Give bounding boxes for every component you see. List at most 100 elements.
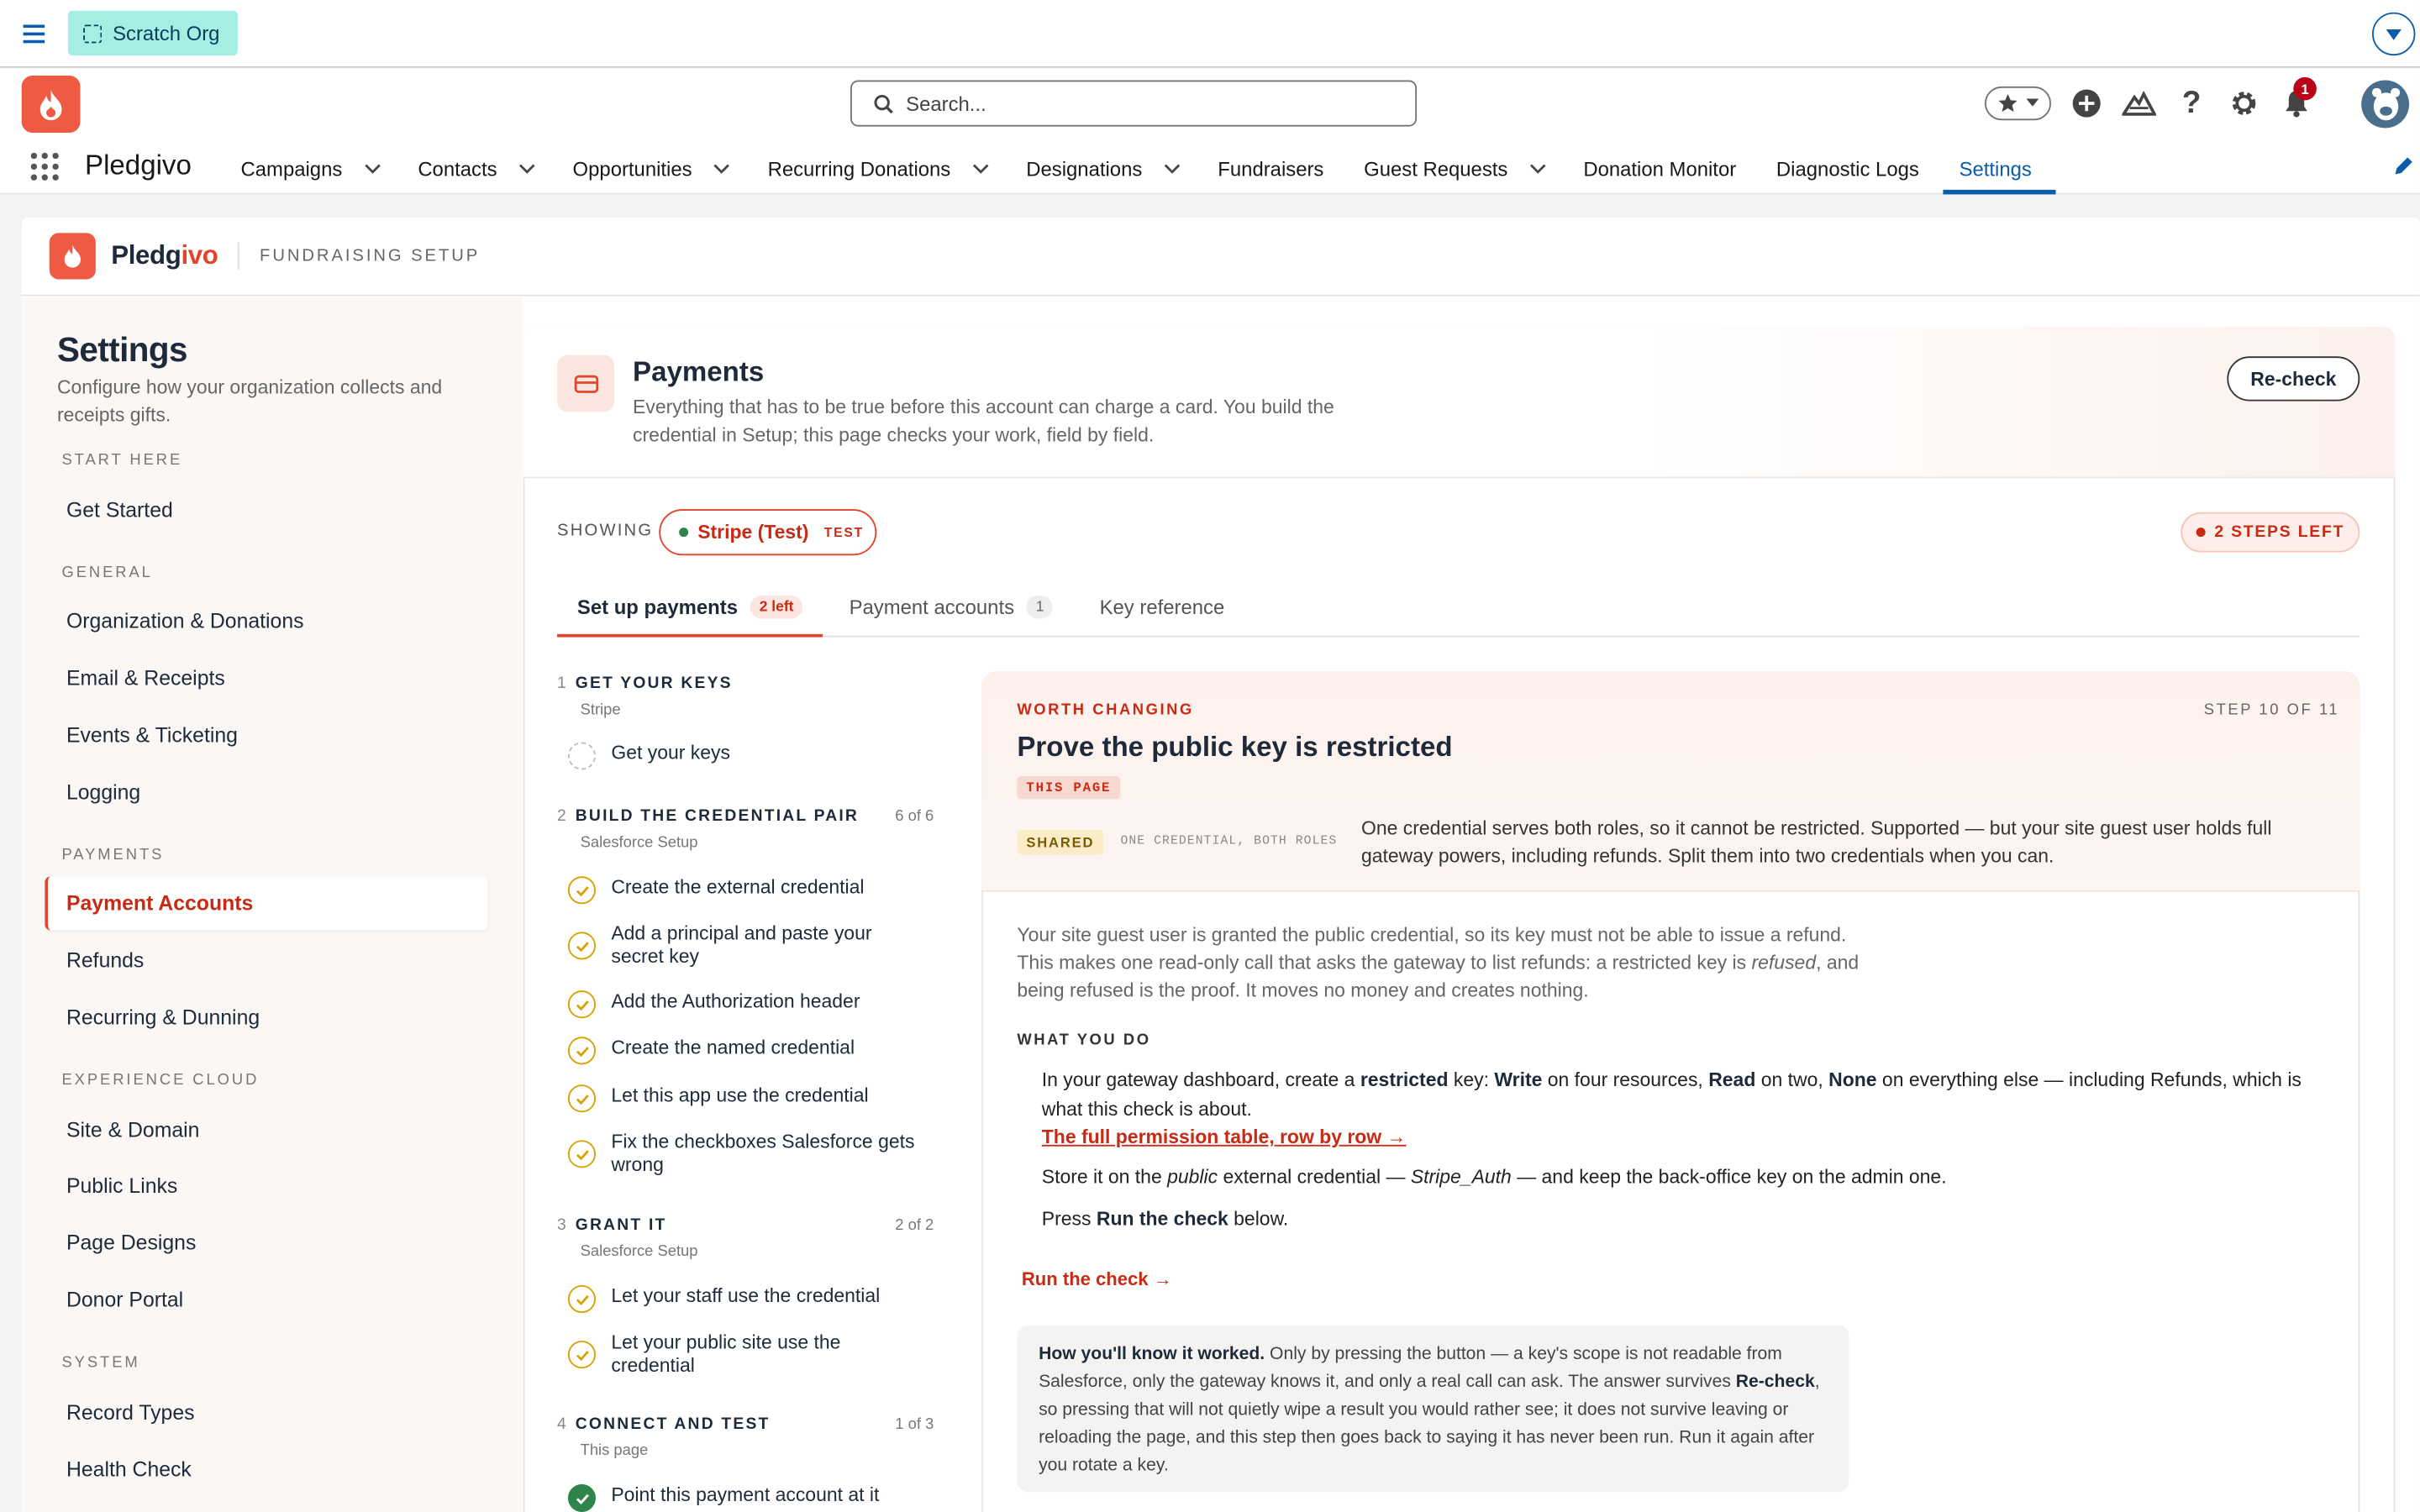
step-item[interactable]: Let your public site use the credential: [567, 1331, 876, 1378]
sidebar-item-org-donations[interactable]: Organization & Donations: [66, 609, 304, 633]
step-label: Add the Authorization header: [611, 990, 860, 1012]
chevron-down-icon[interactable]: [713, 163, 730, 174]
app-logo[interactable]: [21, 75, 81, 133]
user-avatar[interactable]: [2361, 80, 2410, 129]
global-search[interactable]: Search...: [850, 80, 1418, 127]
notifications-button[interactable]: 1: [2270, 76, 2323, 127]
setup-button[interactable]: [2217, 81, 2270, 127]
test-tag: TEST: [823, 524, 865, 540]
payments-description: Everything that has to be true before th…: [633, 396, 1334, 446]
menu-icon[interactable]: [13, 13, 55, 55]
text-bold: restricted: [1360, 1068, 1449, 1091]
chevron-down-icon[interactable]: [972, 163, 989, 174]
text-italic: Stripe_Auth: [1410, 1166, 1512, 1189]
pending-icon: [567, 742, 596, 770]
nav-item-guest-requests[interactable]: Guest Requests: [1349, 142, 1568, 194]
sidebar-item-site-domain[interactable]: Site & Domain: [66, 1119, 200, 1142]
tab-label: Key reference: [1099, 595, 1225, 619]
nav-item-opportunities[interactable]: Opportunities: [557, 142, 752, 194]
step-item[interactable]: Add the Authorization header: [567, 990, 939, 1019]
permission-table-link[interactable]: The full permission table, row by row →: [1042, 1126, 1407, 1148]
text-bold: Run the check: [1096, 1208, 1228, 1230]
nav-item-label: Contacts: [418, 156, 497, 180]
nav-item-label: Fundraisers: [1218, 156, 1324, 180]
scratch-org-label: Scratch Org: [113, 21, 220, 45]
sidebar-item-donor-portal[interactable]: Donor Portal: [66, 1289, 183, 1312]
sidebar-section-system: SYSTEM: [61, 1354, 140, 1372]
group-number: 4: [557, 1415, 566, 1434]
favorites-button[interactable]: [1984, 86, 2051, 121]
sidebar-item-public-links[interactable]: Public Links: [66, 1174, 177, 1198]
run-check-button[interactable]: Run the check →: [1022, 1268, 1172, 1290]
nav-item-donation-monitor[interactable]: Donation Monitor: [1568, 142, 1761, 194]
mountain-icon: [2122, 91, 2156, 116]
text-bold: Write: [1494, 1068, 1543, 1091]
group-heading: 2 BUILD THE CREDENTIAL PAIR: [557, 807, 859, 826]
scratch-org-badge[interactable]: Scratch Org: [67, 10, 238, 56]
gear-icon: [2232, 92, 2256, 115]
chevron-down-icon[interactable]: [518, 163, 535, 174]
sidebar-item-refunds[interactable]: Refunds: [66, 949, 144, 973]
payments-tabs: Set up payments 2 left Payment accounts …: [557, 579, 2360, 638]
header-actions: ? 1: [1984, 76, 2323, 127]
app-launcher-icon[interactable]: [30, 152, 59, 181]
trailhead-button[interactable]: [2112, 81, 2165, 127]
group-title: GRANT IT: [575, 1215, 667, 1235]
step-item[interactable]: Fix the checkboxes Salesforce gets wrong: [567, 1131, 931, 1177]
brand-subtitle: FUNDRAISING SETUP: [260, 246, 481, 265]
payments-title: Payments: [633, 356, 765, 388]
brand-name-part-a: Pledg: [111, 240, 182, 270]
tab-label: Set up payments: [576, 595, 738, 619]
tab-key-reference[interactable]: Key reference: [1080, 579, 1244, 636]
sidebar-item-payment-accounts[interactable]: Payment Accounts: [66, 892, 253, 916]
text-bold: How you'll know it worked.: [1039, 1345, 1265, 1364]
step-item[interactable]: Add a principal and paste your secret ke…: [567, 922, 900, 969]
nav-item-fundraisers[interactable]: Fundraisers: [1202, 142, 1349, 194]
step-item[interactable]: Let your staff use the credential: [567, 1284, 939, 1314]
group-count: 6 of 6: [895, 808, 934, 826]
star-icon: [1998, 94, 2018, 113]
step-item[interactable]: Point this payment account at it: [567, 1483, 939, 1512]
sidebar-item-get-started[interactable]: Get Started: [66, 498, 173, 522]
environment-dropdown[interactable]: [2372, 12, 2416, 56]
check-icon: [567, 990, 596, 1019]
tab-set-up-payments[interactable]: Set up payments 2 left: [557, 579, 823, 638]
step-item[interactable]: Let this app use the credential: [567, 1084, 939, 1113]
global-add-button[interactable]: [2060, 81, 2112, 127]
card-icon: [557, 354, 615, 412]
flame-icon: [39, 88, 62, 120]
account-selector[interactable]: Stripe (Test) TEST: [659, 509, 877, 556]
chevron-down-icon[interactable]: [364, 163, 381, 174]
sidebar-item-email-receipts[interactable]: Email & Receipts: [66, 666, 225, 690]
sidebar-item-page-designs[interactable]: Page Designs: [66, 1231, 196, 1255]
nav-item-label: Designations: [1026, 156, 1143, 180]
sidebar-item-events[interactable]: Events & Ticketing: [66, 723, 238, 747]
nav-item-designations[interactable]: Designations: [1011, 142, 1202, 194]
edit-nav-icon[interactable]: [2394, 156, 2414, 184]
sidebar-item-logging[interactable]: Logging: [66, 780, 140, 804]
step-label: Let your public site use the credential: [611, 1331, 841, 1377]
sidebar-item-record-types[interactable]: Record Types: [66, 1401, 195, 1425]
sidebar-section-experience: EXPERIENCE CLOUD: [61, 1072, 260, 1089]
tab-payment-accounts[interactable]: Payment accounts 1: [829, 579, 1074, 636]
chevron-down-icon[interactable]: [1164, 163, 1181, 174]
check-icon: [567, 1037, 596, 1065]
group-heading: 1 GET YOUR KEYS: [557, 675, 733, 693]
chevron-down-icon[interactable]: [1529, 163, 1546, 174]
nav-item-campaigns[interactable]: Campaigns: [225, 142, 402, 194]
check-icon: [567, 1341, 596, 1369]
nav-item-diagnostic-logs[interactable]: Diagnostic Logs: [1761, 142, 1944, 194]
nav-item-settings[interactable]: Settings: [1944, 142, 2057, 195]
text-bold: Re-check: [1735, 1373, 1815, 1392]
step-item[interactable]: Create the external credential: [567, 876, 939, 905]
sidebar-item-health-check[interactable]: Health Check: [66, 1458, 192, 1482]
text: Store it on the: [1041, 1166, 1168, 1189]
sidebar-item-recurring[interactable]: Recurring & Dunning: [66, 1006, 260, 1030]
nav-item-recurring-donations[interactable]: Recurring Donations: [752, 142, 1011, 194]
help-button[interactable]: ?: [2165, 81, 2217, 127]
nav-item-contacts[interactable]: Contacts: [402, 142, 557, 194]
recheck-button[interactable]: Re-check: [2227, 356, 2360, 402]
step-item[interactable]: Get your keys: [567, 742, 939, 770]
step-item[interactable]: Create the named credential: [567, 1037, 939, 1065]
search-placeholder: Search...: [906, 92, 986, 115]
